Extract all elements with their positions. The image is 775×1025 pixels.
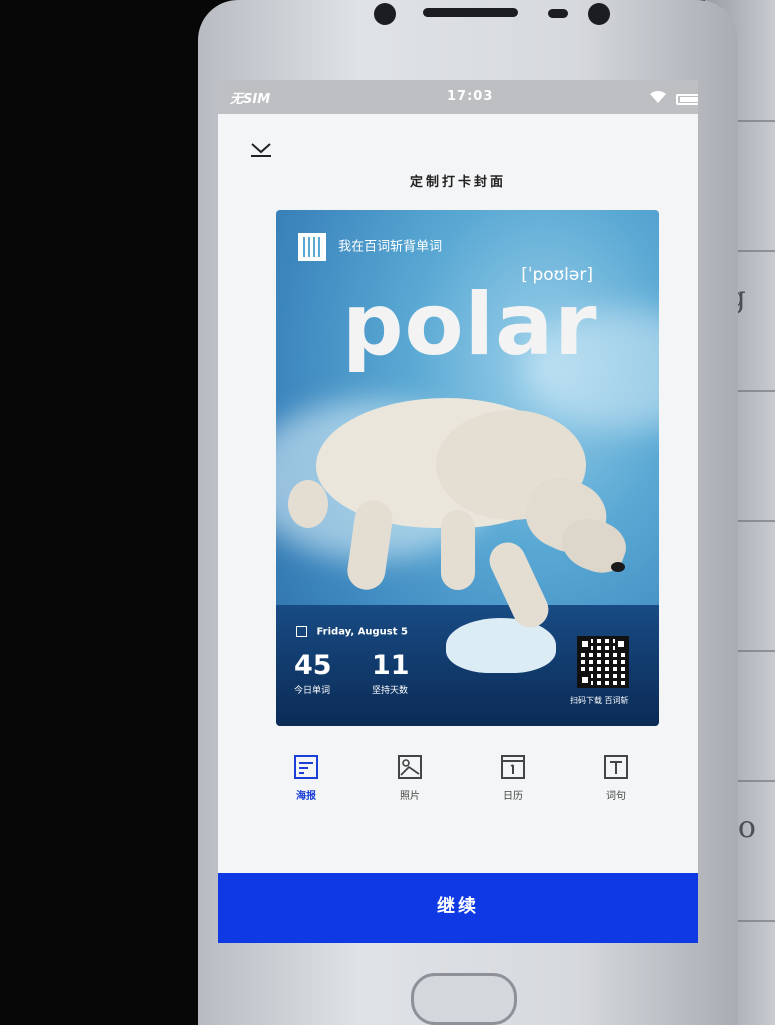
stat-value: 45 [294,650,332,681]
status-bar: 无SIM 17:03 [218,80,698,114]
stat-label: 今日单词 [294,686,331,696]
sensor-dot [588,3,610,25]
stat-today-words: 45 今日单词 [294,650,332,696]
stat-streak-days: 11 坚持天数 [372,650,410,696]
tab-label: 词句 [606,791,626,802]
poster-icon [294,755,318,779]
qr-caption: 扫码下载 百词斩 [570,696,629,705]
tab-label: 海报 [296,791,316,802]
tab-calendar[interactable]: 日历 [478,754,548,802]
front-camera [374,3,396,25]
earpiece-speaker [423,8,518,17]
poster-header: 我在百词斩背单词 [298,233,442,261]
poster-word: polar [342,275,598,375]
app-screen: 无SIM 17:03 定制打卡封面 我在百词斩背单词 [ˈpoʊlər] pol… [218,80,698,943]
tab-poster[interactable]: 海报 [271,754,341,802]
continue-button[interactable]: 继续 [218,873,698,943]
battery-icon [676,94,698,105]
tab-text[interactable]: 词句 [581,754,651,802]
poster-date-text: Friday, August 5 [316,626,408,638]
baicizhan-logo-icon [298,233,326,261]
stat-label: 坚持天数 [372,686,409,696]
tab-label: 日历 [503,791,523,802]
poster-preview: 我在百词斩背单词 [ˈpoʊlər] polar Friday, August … [276,210,659,726]
qr-code [577,636,629,688]
cover-style-tabs: 海报 照片 日历 词句 [218,754,698,814]
calendar-check-icon [296,626,307,637]
calendar-icon [501,755,525,779]
tab-photo[interactable]: 照片 [375,754,445,802]
photo-icon [398,755,422,779]
ice-chunk [446,618,556,673]
text-icon [604,755,628,779]
proximity-sensor [548,9,568,18]
poster-date: Friday, August 5 [296,626,408,638]
clock: 17:03 [447,89,494,104]
wifi-icon [650,90,666,103]
poster-header-text: 我在百词斩背单词 [338,239,443,255]
collapse-chevron-icon[interactable] [248,138,274,160]
stat-value: 11 [372,650,410,681]
carrier-label: 无SIM [230,92,271,107]
tab-label: 照片 [400,791,420,802]
page-title: 定制打卡封面 [409,175,506,190]
home-button[interactable] [411,973,517,1025]
